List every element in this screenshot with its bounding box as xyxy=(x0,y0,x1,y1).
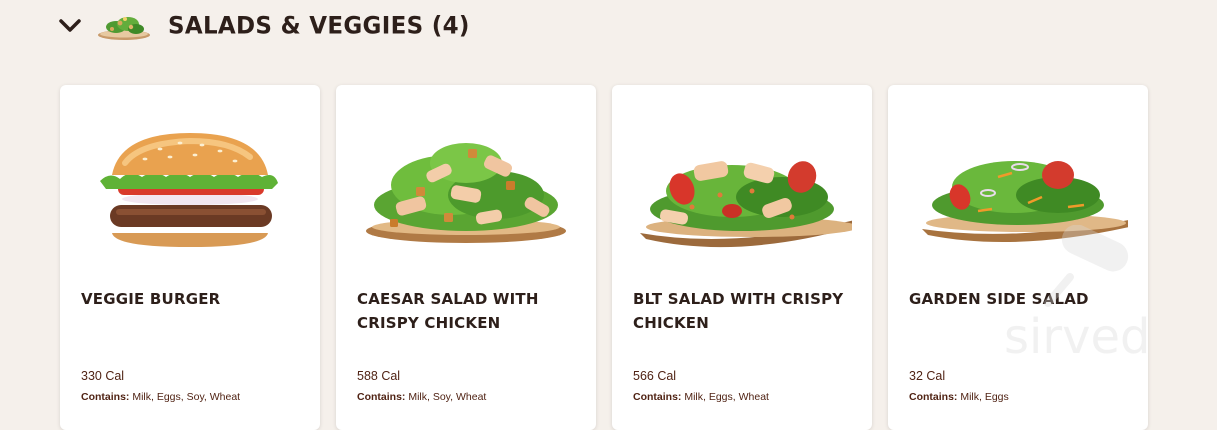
section-title: SALADS & VEGGIES (4) xyxy=(168,12,470,40)
garden-salad-image xyxy=(922,161,1128,243)
menu-item-card[interactable]: BLT SALAD WITH CRISPY CHICKEN 566 Cal Co… xyxy=(612,85,872,430)
allergen-list: Milk, Soy, Wheat xyxy=(408,391,487,403)
item-calories: 588 Cal xyxy=(357,369,401,383)
item-allergens: Contains: Milk, Soy, Wheat xyxy=(357,391,486,403)
menu-item-card[interactable]: GARDEN SIDE SALAD 32 Cal Contains: Milk,… xyxy=(888,85,1148,430)
item-allergens: Contains: Milk, Eggs, Soy, Wheat xyxy=(81,391,240,403)
item-name: BLT SALAD WITH CRISPY CHICKEN xyxy=(633,290,844,332)
allergen-list: Milk, Eggs, Wheat xyxy=(684,391,769,403)
salad-thumbnail-icon xyxy=(98,17,150,40)
contains-label: Contains: xyxy=(633,391,682,403)
menu-item-card[interactable]: VEGGIE BURGER 330 Cal Contains: Milk, Eg… xyxy=(60,85,320,430)
contains-label: Contains: xyxy=(81,391,130,403)
item-name: CAESAR SALAD WITH CRISPY CHICKEN xyxy=(357,290,539,332)
item-calories: 566 Cal xyxy=(633,369,677,383)
item-allergens: Contains: Milk, Eggs xyxy=(909,391,1009,403)
item-name: GARDEN SIDE SALAD xyxy=(909,290,1089,308)
contains-label: Contains: xyxy=(909,391,958,403)
caesar-salad-image xyxy=(366,143,566,243)
chevron-down-icon[interactable] xyxy=(58,14,82,38)
contains-label: Contains: xyxy=(357,391,406,403)
section-header: SALADS & VEGGIES (4) xyxy=(58,6,470,46)
veggie-burger-image xyxy=(100,133,278,247)
item-calories: 330 Cal xyxy=(81,369,125,383)
item-name: VEGGIE BURGER xyxy=(81,290,221,308)
item-calories: 32 Cal xyxy=(909,369,946,383)
item-allergens: Contains: Milk, Eggs, Wheat xyxy=(633,391,769,403)
menu-item-card[interactable]: CAESAR SALAD WITH CRISPY CHICKEN 588 Cal… xyxy=(336,85,596,430)
allergen-list: Milk, Eggs xyxy=(960,391,1009,403)
blt-salad-image xyxy=(640,161,852,248)
menu-item-list: VEGGIE BURGER 330 Cal Contains: Milk, Eg… xyxy=(60,85,1148,430)
allergen-list: Milk, Eggs, Soy, Wheat xyxy=(132,391,241,403)
